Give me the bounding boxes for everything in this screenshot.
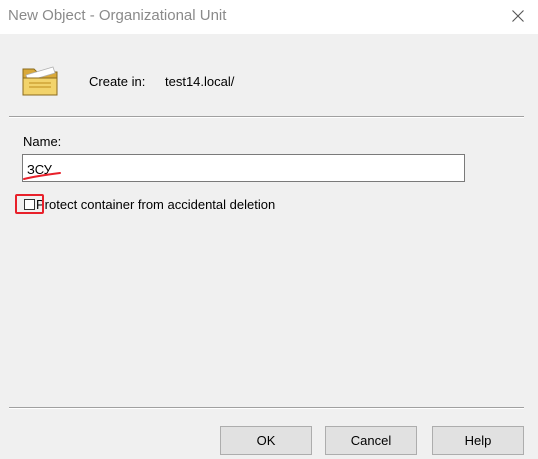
help-button[interactable]: Help [432,426,524,455]
create-in-path: test14.local/ [165,74,235,89]
top-separator [9,116,524,118]
protect-checkbox-label[interactable]: Protect container from accidental deleti… [36,197,275,212]
close-button[interactable] [498,0,538,32]
cancel-button[interactable]: Cancel [325,426,417,455]
folder-icon [22,66,58,96]
protect-checkbox[interactable] [24,199,35,210]
name-input[interactable] [22,154,465,182]
ok-button[interactable]: OK [220,426,312,455]
name-label: Name: [23,134,62,149]
title-bar: New Object - Organizational Unit [0,0,538,34]
bottom-separator [9,407,524,409]
create-in-label: Create in: [89,74,146,89]
window-title: New Object - Organizational Unit [8,7,227,24]
close-icon [512,10,524,22]
